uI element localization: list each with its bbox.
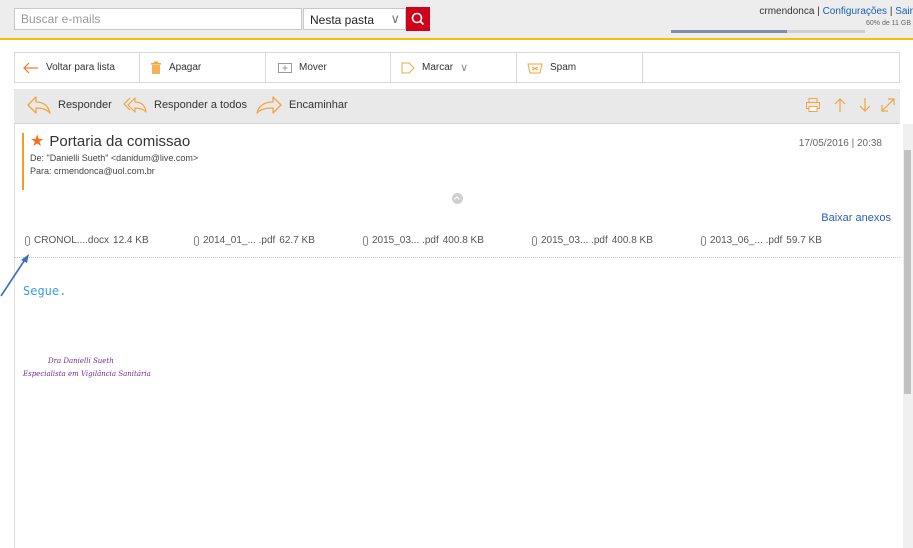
- paperclip-icon: [25, 235, 30, 246]
- top-bar: Nesta pasta ∨ crmendonca | Configurações…: [0, 0, 913, 40]
- scrollbar[interactable]: [903, 124, 913, 548]
- download-attachments-link[interactable]: Baixar anexos: [821, 212, 891, 224]
- move-button[interactable]: Mover: [266, 53, 391, 82]
- reply-icon: [27, 96, 51, 114]
- message-subject-line: ★ Portaria da comissao: [30, 133, 892, 150]
- attachment-name: CRONOL....docx: [34, 235, 110, 246]
- attachment-size: 12.4 KB: [113, 235, 149, 246]
- action-toolbar: Voltar para lista Apagar Mover Marcar ∨ …: [14, 52, 900, 83]
- folder-move-icon: [278, 63, 292, 73]
- account-links: crmendonca | Configurações | Sair: [759, 6, 913, 17]
- message-header: ★ Portaria da comissao De: "Danielli Sue…: [22, 133, 892, 190]
- attachment-item[interactable]: 2015_03... .pdf 400.8 KB: [532, 235, 653, 246]
- back-arrow-icon: [23, 62, 38, 73]
- reply-button[interactable]: Responder: [26, 95, 112, 115]
- signature-title: Especialista em Vigilância Sanitária: [23, 370, 151, 378]
- paperclip-icon: [363, 235, 368, 246]
- mark-dropdown[interactable]: Marcar ∨: [391, 53, 517, 82]
- logout-link[interactable]: Sair: [895, 6, 913, 17]
- message-date: 17/05/2016 | 20:38: [798, 138, 882, 149]
- delete-button[interactable]: Apagar: [140, 53, 266, 82]
- collapse-icon[interactable]: [452, 193, 463, 204]
- tag-icon: [401, 62, 415, 73]
- spam-icon: [527, 63, 543, 73]
- search-scope-select[interactable]: Nesta pasta ∨: [303, 8, 406, 30]
- message-to: Para: crmendonca@uol.com.br: [30, 166, 155, 176]
- attachment-size: 59.7 KB: [786, 235, 822, 246]
- forward-icon: [256, 96, 282, 114]
- attachment-item[interactable]: 2014_01_... .pdf 62.7 KB: [194, 235, 315, 246]
- trash-icon: [151, 61, 161, 74]
- username: crmendonca: [759, 6, 815, 17]
- attachment-name: 2013_06_... .pdf: [710, 235, 783, 246]
- search-button[interactable]: [406, 7, 430, 31]
- message-body: Segue.: [23, 284, 67, 298]
- reply-all-icon: [123, 97, 147, 113]
- forward-button[interactable]: Encaminhar: [255, 95, 348, 115]
- attachment-name: 2014_01_... .pdf: [203, 235, 276, 246]
- quota-bar: [671, 30, 865, 33]
- scrollbar-thumb[interactable]: [904, 150, 911, 394]
- search-input[interactable]: [14, 8, 302, 30]
- paperclip-icon: [532, 235, 537, 246]
- attachment-size: 62.7 KB: [279, 235, 315, 246]
- attachment-name: 2015_03... .pdf: [541, 235, 608, 246]
- arrow-down-icon[interactable]: [857, 97, 873, 113]
- attachment-item[interactable]: CRONOL....docx 12.4 KB: [25, 235, 149, 246]
- search-scope-label: Nesta pasta: [310, 13, 375, 27]
- paperclip-icon: [194, 235, 199, 246]
- attachment-size: 400.8 KB: [611, 235, 653, 246]
- back-to-list-button[interactable]: Voltar para lista: [15, 53, 140, 82]
- message-from: De: "Danielli Sueth" <danidum@live.com>: [30, 153, 199, 163]
- attachments-divider: [14, 257, 900, 258]
- message-toolbar: Responder Responder a todos Encaminhar: [14, 89, 900, 124]
- quota-text: 60% de 11 GB: [865, 20, 911, 27]
- attachment-item[interactable]: 2015_03... .pdf 400.8 KB: [363, 235, 484, 246]
- settings-link[interactable]: Configurações: [823, 6, 887, 17]
- arrow-up-icon[interactable]: [832, 97, 848, 113]
- reply-all-button[interactable]: Responder a todos: [122, 95, 247, 115]
- star-icon[interactable]: ★: [30, 133, 44, 150]
- chevron-down-icon: ∨: [390, 11, 400, 26]
- expand-icon[interactable]: [880, 97, 896, 113]
- print-icon[interactable]: [805, 97, 821, 113]
- attachment-name: 2015_03... .pdf: [372, 235, 439, 246]
- attachment-item[interactable]: 2013_06_... .pdf 59.7 KB: [701, 235, 822, 246]
- spam-button[interactable]: Spam: [517, 53, 643, 82]
- attachments-list: CRONOL....docx 12.4 KB 2014_01_... .pdf …: [25, 235, 895, 255]
- attachment-size: 400.8 KB: [442, 235, 484, 246]
- signature-name: Dra Danielli Sueth: [48, 357, 114, 365]
- quota-bar-fill: [671, 30, 788, 33]
- message-subject: Portaria da comissao: [49, 133, 191, 150]
- content-left-border: [14, 124, 15, 548]
- paperclip-icon: [701, 235, 706, 246]
- search-icon: [411, 12, 425, 26]
- chevron-down-icon: ∨: [460, 62, 469, 74]
